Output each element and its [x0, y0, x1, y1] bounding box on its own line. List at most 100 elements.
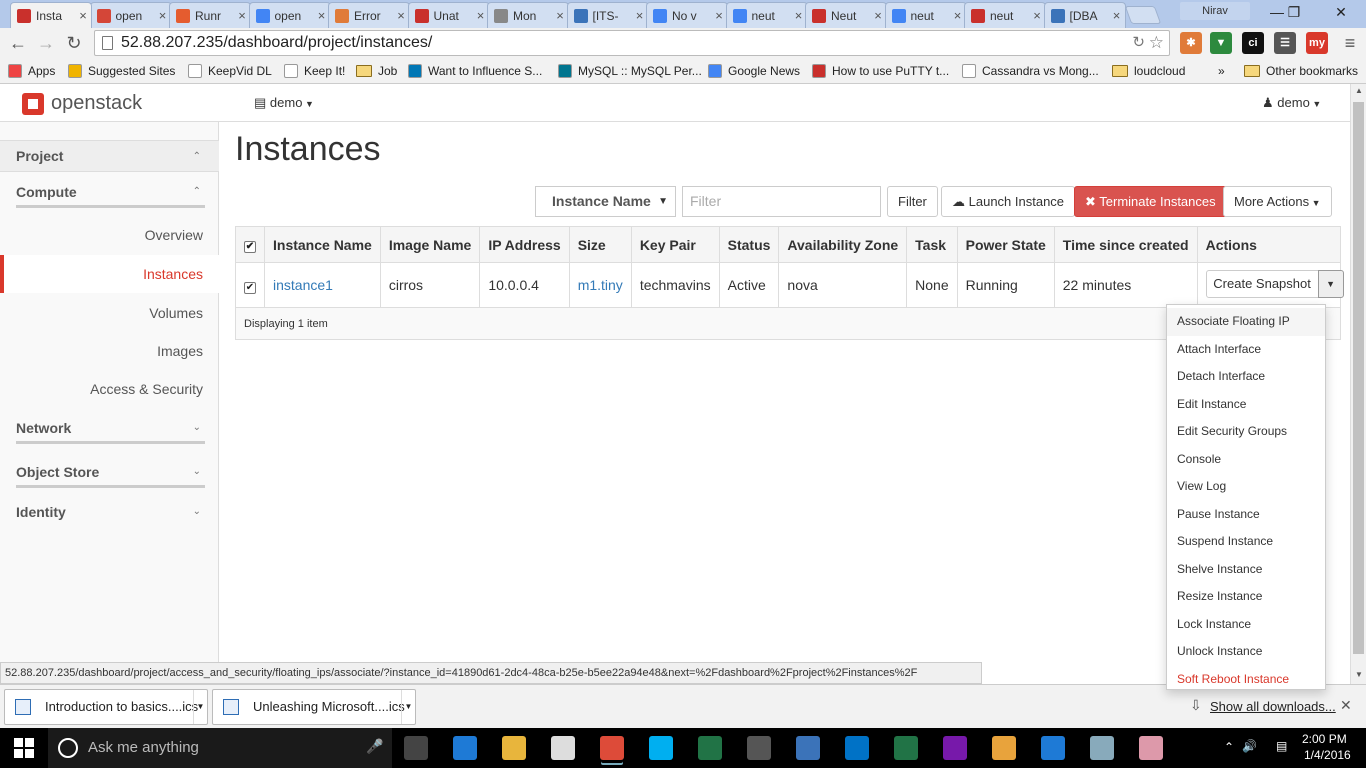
menu-item[interactable]: Edit Instance — [1167, 391, 1325, 419]
profile-button[interactable]: Nirav — [1180, 2, 1250, 20]
menu-item[interactable]: Soft Reboot Instance — [1167, 666, 1325, 690]
sheet-icon[interactable] — [698, 736, 722, 760]
menu-item[interactable]: Resize Instance — [1167, 583, 1325, 611]
instance-link[interactable]: instance1 — [273, 277, 333, 293]
chevron-up-icon[interactable]: ⌃ — [1224, 740, 1234, 754]
menu-item[interactable]: Attach Interface — [1167, 336, 1325, 364]
sidebar-item-access-security[interactable]: Access & Security — [0, 370, 219, 408]
menu-icon[interactable]: ≡ — [1338, 31, 1362, 55]
menu-item[interactable]: Detach Interface — [1167, 363, 1325, 391]
extension-icon[interactable]: ▼ — [1210, 32, 1232, 54]
scroll-up-icon[interactable]: ▲ — [1351, 86, 1366, 95]
browser-tab[interactable]: Insta × — [10, 2, 92, 28]
sidebar-item-volumes[interactable]: Volumes — [0, 294, 219, 332]
caret-down-icon[interactable]: ▼ — [1317, 269, 1344, 298]
reload-page-icon[interactable]: ↻ — [1132, 31, 1145, 55]
bookmark-item[interactable]: How to use PuTTY t... — [812, 62, 949, 80]
column-header[interactable]: Size — [568, 226, 632, 263]
bookmark-star-icon[interactable]: ☆ — [1149, 31, 1164, 55]
browser-tab[interactable]: No v × — [646, 2, 728, 28]
menu-item[interactable]: Associate Floating IP — [1167, 308, 1325, 336]
bookmark-item[interactable]: Keep It! — [284, 62, 345, 80]
windows-start-icon[interactable] — [14, 738, 34, 758]
app-icon[interactable] — [1139, 736, 1163, 760]
bookmark-item[interactable]: loudcloud — [1112, 62, 1185, 80]
extension-icon[interactable]: ✱ — [1180, 32, 1202, 54]
column-header[interactable]: Availability Zone — [778, 226, 908, 263]
task-view-icon[interactable] — [404, 736, 428, 760]
select-all-checkbox[interactable]: ✔ — [244, 241, 256, 253]
network-icon[interactable] — [796, 736, 820, 760]
edge-icon[interactable] — [453, 736, 477, 760]
microphone-icon[interactable]: 🎤 — [366, 738, 383, 755]
menu-item[interactable]: Pause Instance — [1167, 501, 1325, 529]
menu-item[interactable]: Edit Security Groups — [1167, 418, 1325, 446]
notification-icon[interactable]: ▤ — [1276, 739, 1287, 753]
app-icon[interactable] — [747, 736, 771, 760]
menu-item[interactable]: Console — [1167, 446, 1325, 474]
flavor-link[interactable]: m1.tiny — [578, 277, 623, 293]
column-header[interactable]: Key Pair — [630, 226, 720, 263]
close-tab-icon[interactable]: × — [234, 8, 250, 23]
browser-tab[interactable]: Error × — [328, 2, 410, 28]
show-all-downloads-link[interactable]: Show all downloads... — [1210, 699, 1336, 714]
menu-item[interactable]: Unlock Instance — [1167, 638, 1325, 666]
restore-icon[interactable]: ❐ — [1276, 0, 1312, 24]
scroll-down-icon[interactable]: ▼ — [1351, 670, 1366, 679]
more-bookmarks-button[interactable]: » — [1218, 62, 1225, 80]
store-icon[interactable] — [551, 736, 575, 760]
close-tab-icon[interactable]: × — [711, 8, 727, 23]
cortana-search-box[interactable]: Ask me anything 🎤 — [48, 728, 392, 768]
menu-item[interactable]: Suspend Instance — [1167, 528, 1325, 556]
excel-icon[interactable] — [894, 736, 918, 760]
column-header[interactable]: Task — [906, 226, 958, 263]
close-tab-icon[interactable]: × — [75, 8, 91, 23]
column-header[interactable]: Power State — [956, 226, 1055, 263]
browser-tab[interactable]: Runr × — [169, 2, 251, 28]
close-tab-icon[interactable]: × — [552, 8, 568, 23]
filter-field-select[interactable]: Instance Name ▼ — [535, 186, 676, 217]
clock-time[interactable]: 2:00 PM — [1302, 732, 1347, 746]
filter-button[interactable]: Filter — [887, 186, 938, 217]
filter-input[interactable]: Filter — [682, 186, 881, 217]
close-tab-icon[interactable]: × — [393, 8, 409, 23]
menu-item[interactable]: Shelve Instance — [1167, 556, 1325, 584]
app-icon[interactable] — [1090, 736, 1114, 760]
chevron-down-icon[interactable]: ▼ — [401, 690, 415, 724]
bookmark-item[interactable]: MySQL :: MySQL Per... — [558, 62, 702, 80]
sidebar-item-images[interactable]: Images — [0, 332, 219, 370]
chevron-down-icon[interactable]: ▼ — [193, 690, 207, 724]
back-icon[interactable]: ← — [6, 31, 30, 55]
chrome-icon[interactable] — [600, 736, 624, 760]
sidebar-group-object-store[interactable]: Object Store ⌄ — [16, 458, 205, 488]
browser-tab[interactable]: neut × — [725, 2, 808, 28]
sidebar-item-overview[interactable]: Overview — [0, 216, 219, 254]
bookmark-item[interactable]: Cassandra vs Mong... — [962, 62, 1099, 80]
new-tab-button[interactable] — [1124, 6, 1162, 24]
sidebar-group-identity[interactable]: Identity ⌄ — [16, 498, 205, 528]
user-menu[interactable]: ♟ demo ▼ — [1262, 95, 1321, 111]
address-bar[interactable]: 52.88.207.235/dashboard/project/instance… — [94, 30, 1170, 56]
close-window-icon[interactable]: ✕ — [1318, 0, 1364, 24]
browser-tab[interactable]: [ITS- × — [566, 2, 649, 28]
app-icon[interactable] — [1041, 736, 1065, 760]
file-explorer-icon[interactable] — [502, 736, 526, 760]
project-selector[interactable]: ▤ demo ▼ — [254, 95, 314, 111]
more-actions-button[interactable]: More Actions ▼ — [1223, 186, 1332, 217]
scroll-thumb[interactable] — [1353, 102, 1364, 654]
download-item[interactable]: Unleashing Microsoft....ics ▼ — [212, 689, 416, 725]
browser-tab[interactable]: Mon × — [487, 2, 569, 28]
download-item[interactable]: Introduction to basics....ics ▼ — [4, 689, 208, 725]
launch-instance-button[interactable]: ☁ Launch Instance — [941, 186, 1076, 217]
browser-tab[interactable]: neut × — [884, 2, 967, 28]
extension-icon[interactable]: ci — [1242, 32, 1264, 54]
close-tab-icon[interactable]: × — [1109, 8, 1125, 23]
column-header[interactable]: IP Address — [479, 226, 570, 263]
outlook-icon[interactable] — [845, 736, 869, 760]
reload-icon[interactable]: ↻ — [62, 31, 86, 55]
other-bookmarks[interactable]: Other bookmarks — [1244, 62, 1358, 80]
column-header[interactable]: Image Name — [379, 226, 481, 263]
column-header[interactable]: Status — [718, 226, 780, 263]
bookmark-item[interactable]: Suggested Sites — [68, 62, 175, 80]
bookmark-item[interactable]: KeepVid DL — [188, 62, 272, 80]
